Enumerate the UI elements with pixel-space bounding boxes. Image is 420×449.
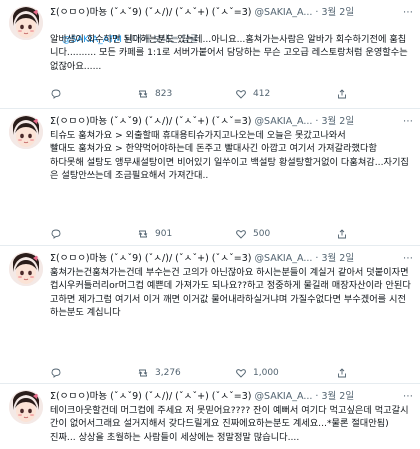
tweet-1[interactable]: Σ(ㅇㅁㅇ)마뇽 (ˇㅅˇ9) (ˇㅅ/)/ (ˇㅅˇ+) (ˇㅅˇ=3) @S… xyxy=(0,0,420,106)
tweet-date[interactable]: 3월 2일 xyxy=(321,391,354,402)
tweet-header: Σ(ㅇㅁㅇ)마뇽 (ˇㅅˇ9) (ˇㅅ/)/ (ˇㅅˇ+) (ˇㅅˇ=3) @S… xyxy=(50,390,414,404)
tweet-text: 알바생이 회수하면 된다하는분도 있는데...아니요...홈쳐가는사람은 알바가… xyxy=(50,34,408,72)
retweet-count: 823 xyxy=(155,89,173,99)
share-icon xyxy=(338,368,346,378)
avatar[interactable] xyxy=(9,6,43,40)
tweet-header: Σ(ㅇㅁㅇ)마뇽 (ˇㅅˇ9) (ˇㅅ/)/ (ˇㅅˇ+) (ˇㅅˇ=3) @S… xyxy=(50,115,414,129)
tweet-date[interactable]: 3월 2일 xyxy=(321,116,354,127)
tweet-header: Σ(ㅇㅁㅇ)마뇽 (ˇㅅˇ9) (ˇㅅ/)/ (ˇㅅˇ+) (ˇㅅˇ=3) @S… xyxy=(50,252,414,266)
share-button[interactable] xyxy=(336,87,348,101)
retweet-count: 901 xyxy=(155,229,173,239)
avatar-image xyxy=(9,390,43,424)
separator-dot: · xyxy=(315,7,319,18)
tweet-text: 테이크아웃할건데 머그컵에 주세요 저 못믿어요???? 잔이 예뻐서 여기다 … xyxy=(50,405,409,443)
share-button[interactable] xyxy=(336,227,348,241)
like-count: 412 xyxy=(253,89,271,99)
reply-icon xyxy=(51,368,61,378)
author-handle[interactable]: @SAKIA_A... xyxy=(255,253,313,264)
like-count: 1,000 xyxy=(253,368,279,378)
avatar-image xyxy=(9,252,43,286)
more-options-icon[interactable]: ⋯ xyxy=(402,115,414,129)
retweet-icon xyxy=(138,369,148,377)
like-button[interactable]: 500 xyxy=(235,227,270,241)
tweet-text: 티슈도 훔쳐가요 > 외출할때 휴대용티슈가지고나오는데 오늘은 못갔고나와서 … xyxy=(50,130,409,181)
more-options-icon[interactable]: ⋯ xyxy=(402,390,414,404)
retweet-icon xyxy=(138,90,148,98)
share-icon xyxy=(338,229,346,239)
reply-icon xyxy=(51,229,61,239)
tweet-header: Σ(ㅇㅁㅇ)마뇽 (ˇㅅˇ9) (ˇㅅ/)/ (ˇㅅˇ+) (ˇㅅˇ=3) @S… xyxy=(50,6,414,20)
reply-button[interactable] xyxy=(50,227,68,241)
like-button[interactable]: 412 xyxy=(235,87,270,101)
tweet-3[interactable]: Σ(ㅇㅁㅇ)마뇽 (ˇㅅˇ9) (ˇㅅ/)/ (ˇㅅˇ+) (ˇㅅˇ=3) @S… xyxy=(0,246,420,382)
tweet-text: 훔쳐가는건훔쳐가는건데 부수는건 고의가 아닌잖아요 하시는분들이 계실거 같아… xyxy=(50,267,412,318)
tweet-date[interactable]: 3월 2일 xyxy=(321,253,354,264)
author-name[interactable]: Σ(ㅇㅁㅇ)마뇽 (ˇㅅˇ9) (ˇㅅ/)/ (ˇㅅˇ+) (ˇㅅˇ=3) xyxy=(50,391,251,402)
retweet-icon xyxy=(138,230,148,238)
author-name[interactable]: Σ(ㅇㅁㅇ)마뇽 (ˇㅅˇ9) (ˇㅅ/)/ (ˇㅅˇ+) (ˇㅅˇ=3) xyxy=(50,253,251,264)
avatar[interactable] xyxy=(9,252,43,286)
separator-dot: · xyxy=(315,116,319,127)
author-handle[interactable]: @SAKIA_A... xyxy=(255,116,313,127)
like-button[interactable]: 1,000 xyxy=(235,366,279,380)
more-options-icon[interactable]: ⋯ xyxy=(402,252,414,266)
reply-button[interactable] xyxy=(50,87,68,101)
avatar[interactable] xyxy=(9,115,43,149)
avatar-image xyxy=(9,115,43,149)
author-name[interactable]: Σ(ㅇㅁㅇ)마뇽 (ˇㅅˇ9) (ˇㅅ/)/ (ˇㅅˇ+) (ˇㅅˇ=3) xyxy=(50,116,251,127)
tweet-2[interactable]: Σ(ㅇㅁㅇ)마뇽 (ˇㅅˇ9) (ˇㅅ/)/ (ˇㅅˇ+) (ˇㅅˇ=3) @S… xyxy=(0,109,420,243)
reply-context: @SAKIA_ATM 님에게 보내는 답글 xyxy=(50,20,412,45)
retweet-button[interactable]: 3,276 xyxy=(137,366,181,380)
heart-icon xyxy=(236,230,246,239)
retweet-button[interactable]: 901 xyxy=(137,227,172,241)
tweet-4[interactable]: Σ(ㅇㅁㅇ)마뇽 (ˇㅅˇ9) (ˇㅅ/)/ (ˇㅅˇ+) (ˇㅅˇ=3) @S… xyxy=(0,384,420,449)
retweet-button[interactable]: 823 xyxy=(137,87,172,101)
like-count: 500 xyxy=(253,229,271,239)
reply-icon xyxy=(51,89,61,99)
heart-icon xyxy=(236,90,246,99)
separator-dot: · xyxy=(315,253,319,264)
action-bar: 901 500 xyxy=(50,227,410,241)
tweet-date[interactable]: 3월 2일 xyxy=(321,7,354,18)
share-button[interactable] xyxy=(336,366,348,380)
share-icon xyxy=(338,89,346,99)
avatar[interactable] xyxy=(9,390,43,424)
action-bar: 823 412 xyxy=(50,87,410,101)
author-handle[interactable]: @SAKIA_A... xyxy=(255,7,313,18)
heart-icon xyxy=(236,369,246,378)
author-name[interactable]: Σ(ㅇㅁㅇ)마뇽 (ˇㅅˇ9) (ˇㅅ/)/ (ˇㅅˇ+) (ˇㅅˇ=3) xyxy=(50,7,251,18)
retweet-count: 3,276 xyxy=(155,368,181,378)
reply-button[interactable] xyxy=(50,366,68,380)
more-options-icon[interactable]: ⋯ xyxy=(402,6,414,20)
separator-dot: · xyxy=(315,391,319,402)
avatar-image xyxy=(9,6,43,40)
action-bar: 3,276 1,000 xyxy=(50,366,410,380)
author-handle[interactable]: @SAKIA_A... xyxy=(255,391,313,402)
